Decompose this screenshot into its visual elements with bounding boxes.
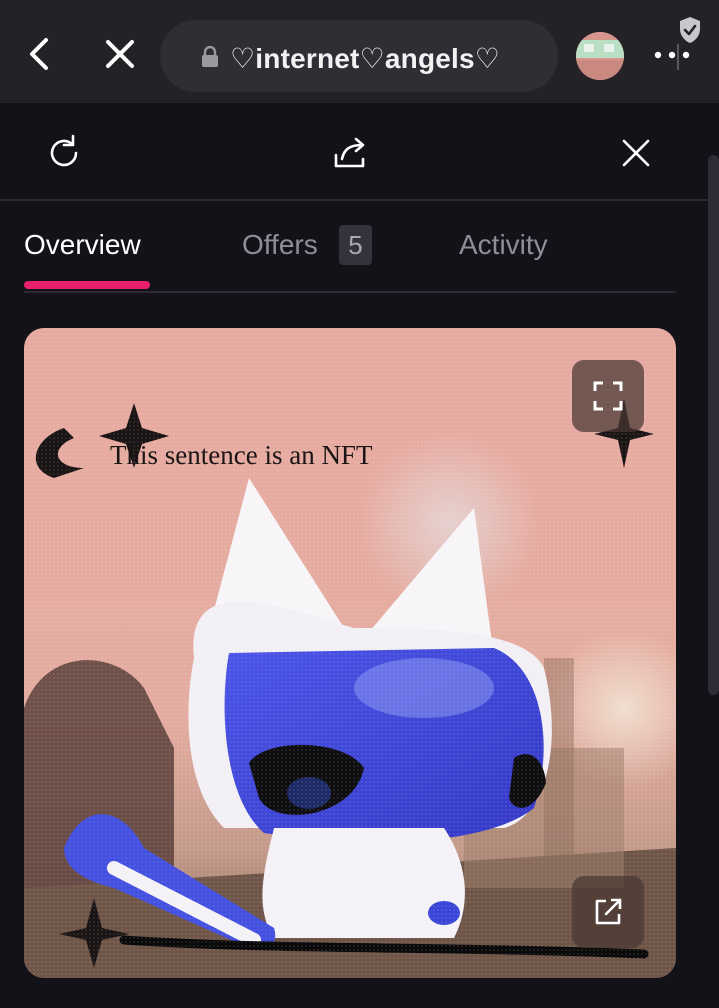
nft-image: This sentence is an NFT — [24, 328, 676, 978]
fullscreen-button[interactable] — [572, 360, 644, 432]
close-icon — [622, 139, 650, 167]
tab-offers[interactable]: Offers — [242, 229, 318, 261]
close-icon — [106, 40, 134, 68]
avatar[interactable] — [576, 32, 624, 80]
offers-count-badge: 5 — [339, 225, 372, 265]
expand-icon — [593, 381, 623, 411]
tab-bar: Overview Offers 5 Activity — [0, 201, 708, 291]
back-arrow-icon — [30, 38, 48, 70]
close-button[interactable] — [616, 133, 656, 173]
more-options-button[interactable] — [650, 40, 694, 70]
active-tab-indicator — [24, 281, 150, 289]
browser-toolbar: ♡internet♡angels♡ — [0, 0, 719, 103]
divider — [24, 291, 676, 293]
tab-overview[interactable]: Overview — [24, 229, 141, 261]
share-icon — [334, 137, 365, 168]
refresh-button[interactable] — [44, 133, 84, 173]
back-button[interactable] — [8, 22, 72, 86]
lock-icon — [202, 46, 218, 67]
refresh-icon — [50, 134, 78, 167]
nft-caption: This sentence is an NFT — [110, 440, 373, 470]
page-title: ♡internet♡angels♡ — [230, 43, 501, 74]
scrollbar[interactable] — [708, 155, 719, 695]
address-bar[interactable]: ♡internet♡angels♡ — [160, 20, 679, 92]
avatar-image — [576, 32, 624, 80]
close-tab-button[interactable] — [88, 22, 152, 86]
tab-activity[interactable]: Activity — [459, 229, 548, 261]
more-horizontal-icon — [654, 51, 690, 59]
open-external-icon — [595, 898, 622, 925]
action-row — [0, 103, 708, 199]
share-button[interactable] — [330, 133, 370, 173]
open-external-button[interactable] — [572, 876, 644, 948]
